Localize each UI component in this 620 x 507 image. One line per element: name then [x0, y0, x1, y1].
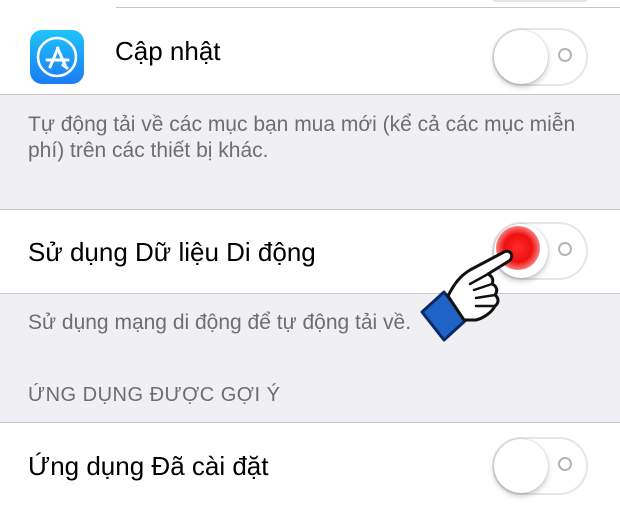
toggle-off-icon: [558, 48, 572, 62]
section-separator: [0, 94, 620, 95]
updates-label: Cập nhật: [115, 36, 221, 66]
app-store-icon: [30, 30, 84, 84]
section-separator: [0, 293, 620, 294]
toggle-knob: [494, 439, 548, 493]
installed-apps-label: Ứng dụng Đã cài đặt: [28, 451, 269, 481]
updates-toggle[interactable]: [492, 28, 588, 86]
settings-screen: Cập nhật Tự động tải về các mục bạn mua …: [0, 0, 620, 507]
partial-switch-edge[interactable]: [492, 0, 588, 2]
settings-cell-updates: Cập nhật: [0, 8, 620, 94]
auto-download-footer: Tự động tải về các mục bạn mua mới (kể c…: [28, 113, 576, 162]
toggle-off-icon: [558, 242, 572, 256]
installed-apps-toggle[interactable]: [492, 437, 588, 495]
settings-cell-installed-apps: Ứng dụng Đã cài đặt: [0, 423, 620, 507]
pointing-hand-icon: [420, 249, 514, 342]
toggle-knob: [494, 30, 548, 84]
toggle-off-icon: [558, 457, 572, 471]
suggested-apps-header: ỨNG DỤNG ĐƯỢC GỢI Ý: [28, 384, 281, 406]
settings-cell-cellular: Sử dụng Dữ liệu Di động: [0, 210, 620, 293]
cellular-label: Sử dụng Dữ liệu Di động: [28, 237, 316, 267]
